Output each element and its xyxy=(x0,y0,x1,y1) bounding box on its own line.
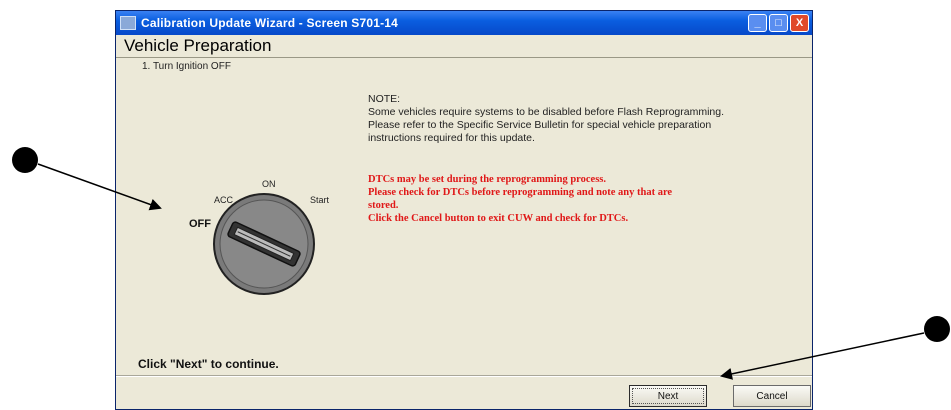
ignition-off-label: OFF xyxy=(189,218,211,230)
window-title: Calibration Update Wizard - Screen S701-… xyxy=(141,16,399,30)
instruction-step: 1. Turn Ignition OFF xyxy=(142,61,231,72)
cancel-button[interactable]: Cancel xyxy=(733,385,811,407)
page-title: Vehicle Preparation xyxy=(116,35,812,58)
footer-divider-highlight xyxy=(116,376,812,377)
warning-line: stored. xyxy=(368,200,399,211)
close-button[interactable]: X xyxy=(790,14,809,32)
note-line: Please refer to the Specific Service Bul… xyxy=(368,119,712,131)
dtc-warning: DTCs may be set during the reprogramming… xyxy=(368,173,798,225)
continue-instruction: Click "Next" to continue. xyxy=(138,357,279,371)
note-label: NOTE: xyxy=(368,93,401,105)
minimize-button[interactable]: _ xyxy=(748,14,767,32)
next-button[interactable]: Next xyxy=(629,385,707,407)
note-line: instructions required for this update. xyxy=(368,132,535,144)
note-text: NOTE: Some vehicles require systems to b… xyxy=(368,93,808,145)
ignition-key-icon xyxy=(213,193,315,295)
app-icon xyxy=(120,16,136,30)
warning-line: DTCs may be set during the reprogramming… xyxy=(368,174,606,185)
title-bar[interactable]: Calibration Update Wizard - Screen S701-… xyxy=(116,11,812,35)
note-line: Some vehicles require systems to be disa… xyxy=(368,106,725,118)
callout-marker-left xyxy=(12,147,38,173)
ignition-on-label: ON xyxy=(262,179,276,189)
callout-marker-right xyxy=(924,316,950,342)
warning-line: Please check for DTCs before reprogrammi… xyxy=(368,187,673,198)
wizard-window: Calibration Update Wizard - Screen S701-… xyxy=(115,10,813,410)
warning-line: Click the Cancel button to exit CUW and … xyxy=(368,213,629,224)
maximize-button[interactable]: □ xyxy=(769,14,788,32)
